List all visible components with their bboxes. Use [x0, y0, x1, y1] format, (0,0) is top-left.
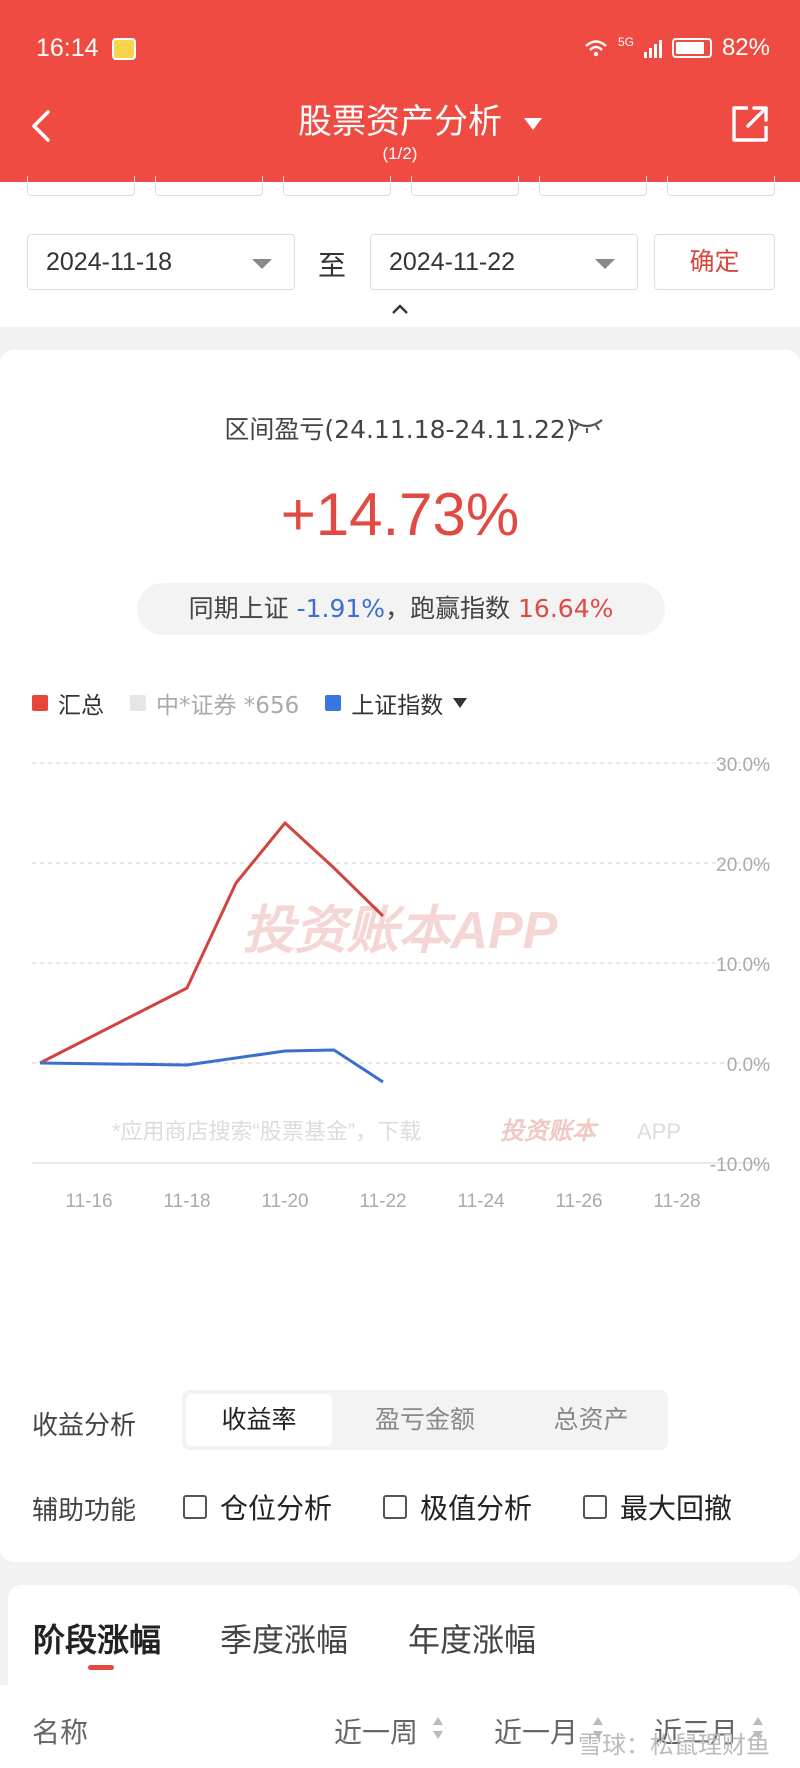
app-suffix-watermark: APP — [637, 1119, 681, 1144]
analysis-segmented-control: 收益率 盈亏金额 总资产 — [182, 1390, 668, 1450]
confirm-button[interactable]: 确定 — [654, 234, 775, 290]
y-tick-label: 10.0% — [716, 955, 770, 976]
index-return-line — [39, 1048, 384, 1084]
col-month[interactable]: 近一月 — [494, 1711, 578, 1751]
legend-label: 上证指数 — [351, 693, 444, 719]
page-subtitle: (1/2) — [382, 144, 418, 163]
legend-item-account[interactable]: 中*证券 *656 — [130, 686, 299, 720]
max-drawdown-checkbox[interactable] — [583, 1495, 607, 1519]
range-return-value: +14.73% — [280, 481, 520, 548]
compare-prefix: 同期上证 — [188, 594, 289, 623]
x-tick-label: 11-22 — [359, 1191, 406, 1212]
nav-bar: 股票资产分析 (1/2) — [0, 90, 800, 170]
status-time: 16:14 — [36, 34, 99, 62]
corner-watermark: 雪球：松鼠理财鱼 — [578, 1731, 770, 1759]
date-separator: 至 — [318, 249, 347, 282]
col-week[interactable]: 近一周 — [334, 1711, 418, 1751]
period-tab[interactable] — [27, 176, 135, 196]
period-tab-row — [27, 176, 775, 196]
title-dropdown-icon[interactable] — [524, 118, 542, 130]
extreme-analysis-checkbox[interactable] — [383, 1495, 407, 1519]
index-comparison: 同期上证 -1.91%，跑赢指数 16.64% — [137, 583, 665, 635]
sort-icon[interactable] — [432, 1715, 444, 1741]
notification-app-icon — [112, 38, 136, 60]
legend-swatch — [325, 695, 342, 711]
chevron-down-icon — [595, 259, 615, 269]
seg-profit-amount[interactable]: 盈亏金额 — [342, 1394, 508, 1446]
end-date-select[interactable]: 2024-11-22 — [370, 234, 638, 290]
date-filter-section: 2024-11-18 至 2024-11-22 确定 — [0, 176, 800, 327]
period-tab[interactable] — [155, 176, 263, 196]
period-tab[interactable] — [411, 176, 519, 196]
x-tick-label: 11-26 — [555, 1191, 602, 1212]
network-type: 5G — [617, 35, 634, 49]
max-drawdown-label[interactable]: 最大回撤 — [620, 1487, 732, 1527]
performance-section: 阶段涨幅 季度涨幅 年度涨幅 名称 近一周 近一月 近三月 雪球：松鼠理财鱼 — [0, 1585, 800, 1768]
position-analysis-checkbox[interactable] — [183, 1495, 207, 1519]
eye-closed-icon[interactable] — [570, 416, 604, 434]
x-tick-label: 11-24 — [457, 1191, 505, 1212]
end-date-value: 2024-11-22 — [389, 248, 516, 276]
x-tick-label: 11-18 — [163, 1191, 210, 1212]
chevron-up-icon[interactable] — [391, 303, 409, 315]
y-tick-label: -10.0% — [710, 1155, 770, 1176]
battery-icon — [671, 38, 712, 58]
share-icon[interactable] — [730, 104, 770, 144]
app-name-watermark: 投资账本 — [500, 1118, 599, 1145]
start-date-select[interactable]: 2024-11-18 — [27, 234, 295, 290]
header-bar: 16:14 5G 82% 股票资产分析 (1/2) — [0, 0, 800, 182]
active-tab-indicator — [88, 1665, 114, 1670]
signal-icon — [643, 38, 662, 58]
chevron-down-icon — [252, 259, 272, 269]
legend-swatch — [32, 695, 48, 711]
index-return: -1.91% — [296, 594, 386, 623]
legend-item-index[interactable]: 上证指数 — [325, 686, 468, 720]
tab-quarter-change[interactable]: 季度涨幅 — [220, 1615, 348, 1661]
legend-item-total[interactable]: 汇总 — [32, 686, 104, 720]
x-tick-label: 11-16 — [65, 1191, 112, 1212]
excess-return: 16.64% — [518, 594, 614, 623]
y-tick-label: 0.0% — [727, 1055, 770, 1076]
tab-year-change[interactable]: 年度涨幅 — [408, 1615, 536, 1661]
tab-stage-change[interactable]: 阶段涨幅 — [33, 1615, 161, 1661]
legend-swatch — [130, 695, 146, 711]
aux-label: 辅助功能 — [32, 1496, 137, 1526]
wifi-icon — [585, 40, 607, 57]
caret-down-icon[interactable] — [453, 698, 468, 708]
return-line-chart: 30.0% 20.0% 10.0% 0.0% -10.0% 投资账本APP *应用商店搜索“… — [0, 740, 800, 1320]
profit-analysis-card: 区间盈亏(24.11.18-24.11.22) +14.73% 同期上证 -1.… — [0, 350, 800, 1562]
col-name: 名称 — [32, 1716, 89, 1749]
period-tab[interactable] — [667, 176, 775, 196]
chart-watermark: 投资账本APP — [243, 902, 558, 960]
y-tick-label: 30.0% — [716, 755, 770, 776]
page-title[interactable]: 股票资产分析 — [0, 94, 800, 143]
seg-return-rate[interactable]: 收益率 — [186, 1394, 332, 1446]
y-tick-label: 20.0% — [716, 855, 770, 876]
battery-level: 82% — [721, 34, 770, 61]
chart-svg: 30.0%20.0%10.0%0.0%-10.0%投资账本APP*应用商店搜索“… — [32, 755, 770, 1212]
legend-label: 汇总 — [58, 693, 104, 719]
compare-mid: ，跑赢指数 — [385, 594, 511, 623]
x-tick-label: 11-28 — [653, 1191, 700, 1212]
status-bar: 16:14 5G 82% — [36, 34, 770, 66]
table-header: 名称 近一周 近一月 近三月 雪球：松鼠理财鱼 — [0, 1685, 800, 1768]
extreme-analysis-label[interactable]: 极值分析 — [420, 1487, 532, 1527]
seg-total-assets[interactable]: 总资产 — [518, 1394, 664, 1446]
status-indicators: 5G 82% — [584, 34, 770, 62]
search-hint-watermark: *应用商店搜索“股票基金”，下载 — [112, 1119, 421, 1144]
x-tick-label: 11-20 — [261, 1191, 308, 1212]
analysis-label: 收益分析 — [32, 1411, 137, 1441]
period-tab[interactable] — [539, 176, 647, 196]
position-analysis-label[interactable]: 仓位分析 — [220, 1487, 332, 1527]
period-tab[interactable] — [283, 176, 391, 196]
start-date-value: 2024-11-18 — [46, 248, 173, 276]
chart-legend: 汇总 中*证券 *656 上证指数 — [32, 686, 493, 720]
legend-label: 中*证券 *656 — [156, 693, 300, 719]
range-profit-label: 区间盈亏(24.11.18-24.11.22) — [224, 415, 576, 444]
